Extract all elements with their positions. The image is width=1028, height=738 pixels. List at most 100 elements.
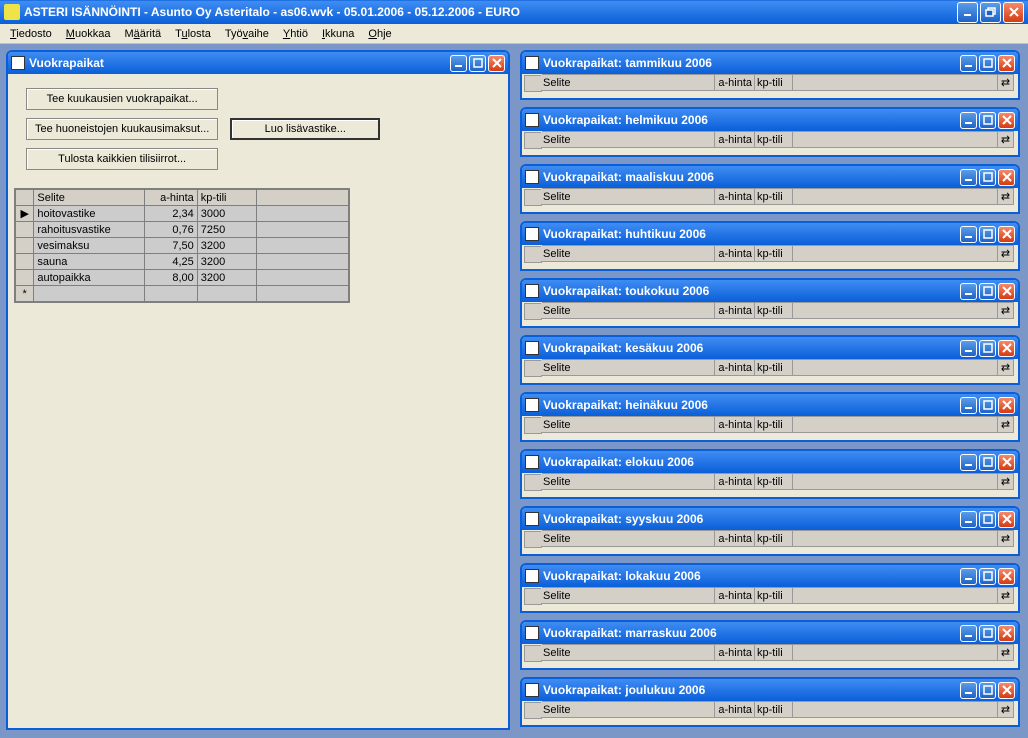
month-titlebar[interactable]: Vuokrapaikat: kesäkuu 2006: [522, 337, 1018, 359]
table-row[interactable]: vesimaksu7,503200: [16, 238, 349, 254]
month-grid-header[interactable]: Selitea-hintakp-tili⇄: [542, 359, 1014, 376]
child-maximize-button[interactable]: [979, 682, 996, 699]
col-kptili[interactable]: kp-tili: [755, 645, 793, 660]
col-selite[interactable]: Selite: [541, 189, 715, 204]
col-selite[interactable]: Selite: [541, 645, 715, 660]
cell-extra[interactable]: [257, 270, 349, 286]
col-ahinta[interactable]: a-hinta: [715, 474, 755, 489]
child-maximize-button[interactable]: [979, 169, 996, 186]
cell-extra[interactable]: [257, 238, 349, 254]
col-ahinta[interactable]: a-hinta: [715, 303, 755, 318]
child-maximize-button[interactable]: [979, 55, 996, 72]
col-selite[interactable]: Selite: [34, 190, 144, 206]
scroll-indicator-icon[interactable]: ⇄: [998, 303, 1014, 318]
cell-selite[interactable]: vesimaksu: [34, 238, 144, 254]
month-titlebar[interactable]: Vuokrapaikat: elokuu 2006: [522, 451, 1018, 473]
menu-yhtio[interactable]: Yhtiö: [277, 26, 314, 42]
col-ahinta[interactable]: a-hinta: [715, 702, 755, 717]
col-selite[interactable]: Selite: [541, 474, 715, 489]
cell-selite[interactable]: rahoitusvastike: [34, 222, 144, 238]
row-header[interactable]: [524, 588, 542, 605]
col-ahinta[interactable]: a-hinta: [715, 588, 755, 603]
col-ahinta[interactable]: a-hinta: [715, 360, 755, 375]
month-grid-header[interactable]: Selitea-hintakp-tili ⇄: [542, 188, 1014, 205]
cell-ahinta[interactable]: 7,50: [144, 238, 197, 254]
table-new-row[interactable]: *: [16, 286, 349, 302]
child-minimize-button[interactable]: [960, 283, 977, 300]
col-ahinta[interactable]: a-hinta: [144, 190, 197, 206]
month-titlebar[interactable]: Vuokrapaikat: marraskuu 2006: [522, 622, 1018, 644]
child-maximize-button[interactable]: [979, 226, 996, 243]
col-kptili[interactable]: kp-tili: [755, 303, 793, 318]
month-grid-header[interactable]: Selitea-hintakp-tili⇄: [542, 587, 1014, 604]
cell-extra[interactable]: [257, 254, 349, 270]
child-close-button[interactable]: [488, 55, 505, 72]
row-header[interactable]: [524, 132, 542, 149]
col-ahinta[interactable]: a-hinta: [715, 75, 755, 90]
col-kptili[interactable]: kp-tili: [755, 360, 793, 375]
month-grid-header[interactable]: Selitea-hintakp-tili⇄: [542, 473, 1014, 490]
cell-kptili[interactable]: 3000: [197, 206, 256, 222]
month-grid-header[interactable]: Selitea-hintakp-tili⇄: [542, 416, 1014, 433]
scroll-indicator-icon[interactable]: ⇄: [998, 189, 1014, 204]
table-row[interactable]: sauna4,253200: [16, 254, 349, 270]
child-close-button[interactable]: [998, 112, 1015, 129]
cell-selite[interactable]: autopaikka: [34, 270, 144, 286]
row-header[interactable]: [524, 75, 542, 92]
row-header[interactable]: [524, 246, 542, 263]
child-maximize-button[interactable]: [979, 454, 996, 471]
month-grid-header[interactable]: Selitea-hintakp-tili⇄: [542, 74, 1014, 91]
menu-maarita[interactable]: Määritä: [118, 26, 167, 42]
cell-selite[interactable]: sauna: [34, 254, 144, 270]
child-close-button[interactable]: [998, 682, 1015, 699]
cell-extra[interactable]: [257, 206, 349, 222]
col-extra[interactable]: [257, 190, 349, 206]
cell-extra[interactable]: [257, 222, 349, 238]
menu-ohje[interactable]: Ohje: [362, 26, 397, 42]
month-titlebar[interactable]: Vuokrapaikat: heinäkuu 2006: [522, 394, 1018, 416]
cell-kptili[interactable]: 7250: [197, 222, 256, 238]
scroll-indicator-icon[interactable]: ⇄: [998, 246, 1014, 261]
col-kptili[interactable]: kp-tili: [755, 75, 793, 90]
month-titlebar[interactable]: Vuokrapaikat: joulukuu 2006: [522, 679, 1018, 701]
child-maximize-button[interactable]: [979, 568, 996, 585]
col-selite[interactable]: Selite: [541, 531, 715, 546]
col-kptili[interactable]: kp-tili: [755, 702, 793, 717]
child-close-button[interactable]: [998, 454, 1015, 471]
col-ahinta[interactable]: a-hinta: [715, 189, 755, 204]
child-close-button[interactable]: [998, 568, 1015, 585]
cell-ahinta[interactable]: 2,34: [144, 206, 197, 222]
col-kptili[interactable]: kp-tili: [755, 531, 793, 546]
row-header[interactable]: [16, 254, 34, 270]
child-minimize-button[interactable]: [960, 625, 977, 642]
cell-kptili[interactable]: 3200: [197, 238, 256, 254]
scroll-indicator-icon[interactable]: ⇄: [998, 132, 1014, 147]
month-grid-header[interactable]: Selitea-hintakp-tili⇄: [542, 701, 1014, 718]
row-header[interactable]: [524, 702, 542, 719]
row-header[interactable]: [16, 222, 34, 238]
month-titlebar[interactable]: Vuokrapaikat: helmikuu 2006: [522, 109, 1018, 131]
child-maximize-button[interactable]: [979, 511, 996, 528]
menu-tulosta[interactable]: Tulosta: [169, 26, 217, 42]
col-kptili[interactable]: kp-tili: [755, 417, 793, 432]
table-row[interactable]: rahoitusvastike0,767250: [16, 222, 349, 238]
col-kptili[interactable]: kp-tili: [755, 189, 793, 204]
month-titlebar[interactable]: Vuokrapaikat: tammikuu 2006: [522, 52, 1018, 74]
col-selite[interactable]: Selite: [541, 75, 715, 90]
row-header[interactable]: [524, 360, 542, 377]
cell-kptili[interactable]: 3200: [197, 270, 256, 286]
child-minimize-button[interactable]: [960, 340, 977, 357]
minimize-button[interactable]: [957, 2, 978, 23]
child-maximize-button[interactable]: [469, 55, 486, 72]
child-minimize-button[interactable]: [960, 511, 977, 528]
row-header[interactable]: [524, 645, 542, 662]
col-ahinta[interactable]: a-hinta: [715, 417, 755, 432]
table-row[interactable]: ▶hoitovastike2,343000: [16, 206, 349, 222]
child-minimize-button[interactable]: [960, 568, 977, 585]
cell-kptili[interactable]: 3200: [197, 254, 256, 270]
col-kptili[interactable]: kp-tili: [197, 190, 256, 206]
scroll-indicator-icon[interactable]: ⇄: [998, 360, 1014, 375]
child-minimize-button[interactable]: [960, 55, 977, 72]
grid-corner[interactable]: [16, 190, 34, 206]
cell-selite[interactable]: hoitovastike: [34, 206, 144, 222]
